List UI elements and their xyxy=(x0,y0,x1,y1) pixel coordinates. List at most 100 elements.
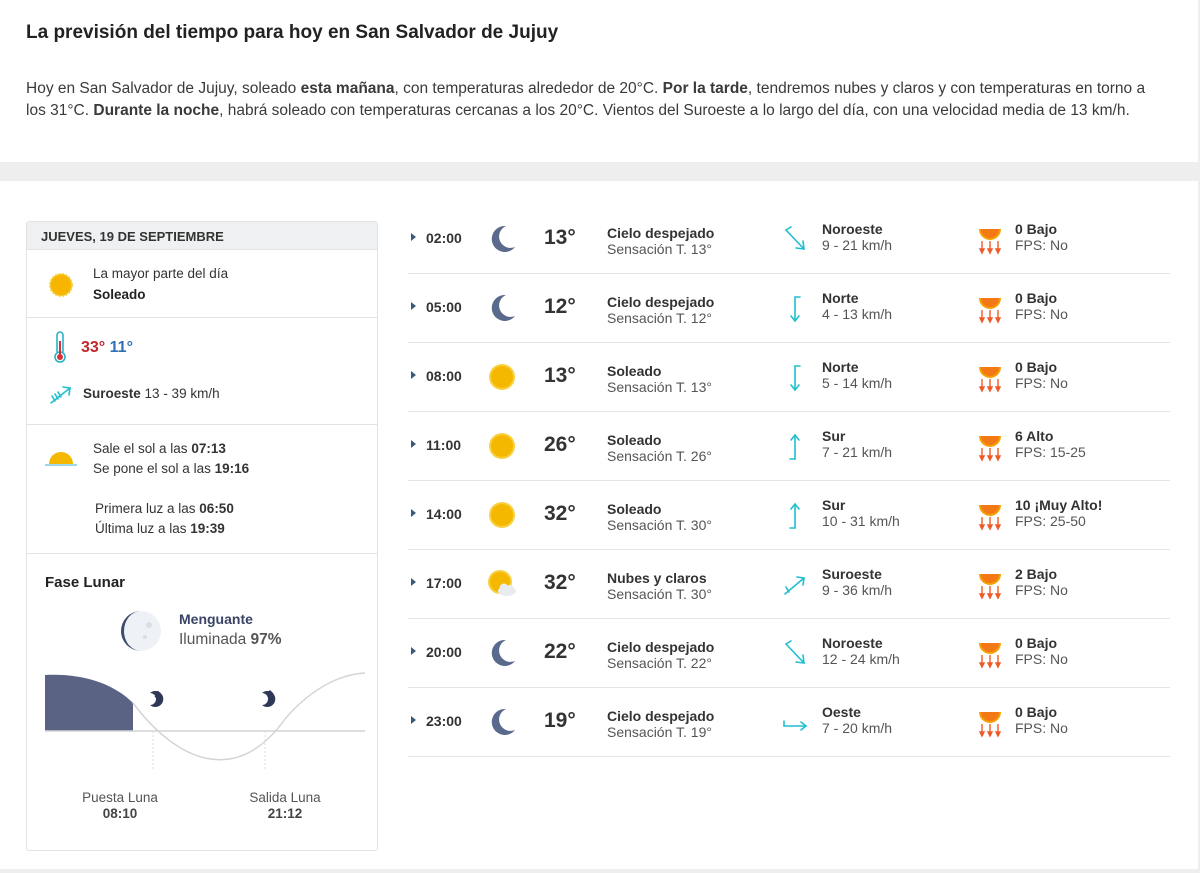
first-light-time: 06:50 xyxy=(199,501,234,516)
sunset-line: Se pone el sol a las 19:16 xyxy=(93,461,249,476)
moon-phase: Menguante xyxy=(179,611,253,627)
uv-index-icon xyxy=(977,637,1003,669)
day-temps-wind: 33° 11° Suroeste 13 - 39 km/h xyxy=(27,318,377,425)
hour-fps: FPS: 15-25 xyxy=(1015,444,1086,460)
hour-wind-speed: 5 - 14 km/h xyxy=(822,375,893,391)
moonset-label: Puesta Luna xyxy=(82,790,158,805)
moonrise-time: 21:12 xyxy=(267,806,303,821)
hour-wind-direction: Noroeste xyxy=(822,635,883,651)
hour-uv-index: 2 Bajo xyxy=(1015,566,1058,582)
hour-time: 11:00 xyxy=(426,437,462,453)
partly-cloudy-icon xyxy=(486,568,518,600)
hour-wind-direction: Norte xyxy=(822,290,859,306)
wind-norte-icon xyxy=(782,294,808,324)
hour-uv-index: 0 Bajo xyxy=(1015,221,1058,237)
forecast-summary: La previsión del tiempo para hoy en San … xyxy=(0,0,1198,162)
sunset-label: Se pone el sol a las xyxy=(93,461,215,476)
sunrise-label: Sale el sol a las xyxy=(93,441,192,456)
hour-feels-like: Sensación T. 26° xyxy=(607,448,712,464)
sun-icon xyxy=(486,430,518,462)
hourly-row[interactable]: 17:00 32° Nubes y claros Sensación T. 30° Su… xyxy=(408,550,1170,619)
forecast-text-part: , habrá soleado con temperaturas cercana… xyxy=(219,102,1130,119)
hour-uv-index: 0 Bajo xyxy=(1015,359,1058,375)
moon-title: Fase Lunar xyxy=(45,574,126,591)
sunrise-line: Sale el sol a las 07:13 xyxy=(93,441,226,456)
moon-illumination-label: Iluminada xyxy=(179,631,251,648)
expand-arrow-icon[interactable] xyxy=(411,233,416,241)
hourly-row[interactable]: 08:00 13° Soleado Sensación T. 13° Norte 5 - … xyxy=(408,343,1170,412)
hour-time: 23:00 xyxy=(426,713,462,729)
hour-description: Cielo despejado xyxy=(607,708,715,724)
sun-icon xyxy=(49,273,73,297)
hourly-row[interactable]: 14:00 32° Soleado Sensación T. 30° Sur 10 - 3… xyxy=(408,481,1170,550)
hour-time: 17:00 xyxy=(426,575,462,591)
wind-sur-icon xyxy=(782,432,808,462)
expand-arrow-icon[interactable] xyxy=(411,509,416,517)
hour-description: Soleado xyxy=(607,432,662,448)
moon-section: Fase Lunar Menguante Iluminada 97% Puest… xyxy=(27,554,377,851)
wind-sur-icon xyxy=(782,501,808,531)
expand-arrow-icon[interactable] xyxy=(411,578,416,586)
sunrise-time: 07:13 xyxy=(191,441,226,456)
hour-fps: FPS: No xyxy=(1015,375,1068,391)
hour-description: Cielo despejado xyxy=(607,294,715,310)
day-card: JUEVES, 19 DE SEPTIEMBRE La mayor parte … xyxy=(26,221,378,851)
hour-uv-index: 0 Bajo xyxy=(1015,704,1058,720)
first-light-label: Primera luz a las xyxy=(95,501,200,516)
sunset-time: 19:16 xyxy=(214,461,250,476)
forecast-text-bold: esta mañana xyxy=(300,80,395,97)
forecast-text-bold: Por la tarde xyxy=(662,80,748,97)
hourly-row[interactable]: 02:00 13° Cielo despejado Sensación T. 13° N… xyxy=(408,205,1170,274)
hour-time: 02:00 xyxy=(426,230,462,246)
hour-temperature: 26° xyxy=(544,433,576,456)
expand-arrow-icon[interactable] xyxy=(411,302,416,310)
hour-feels-like: Sensación T. 22° xyxy=(607,655,712,671)
hour-wind-speed: 12 - 24 km/h xyxy=(822,651,900,667)
wind-suroeste-icon xyxy=(782,570,808,600)
moonrise-label: Salida Luna xyxy=(249,790,321,805)
expand-arrow-icon[interactable] xyxy=(411,440,416,448)
hour-description: Nubes y claros xyxy=(607,570,707,586)
hour-wind-direction: Suroeste xyxy=(822,566,882,582)
last-light-line: Última luz a las 19:39 xyxy=(95,521,225,536)
day-wind: Suroeste 13 - 39 km/h xyxy=(83,386,220,401)
wind-southwest-icon xyxy=(50,386,71,404)
hour-fps: FPS: No xyxy=(1015,720,1068,736)
max-temp: 33° xyxy=(81,339,106,356)
day-temperatures: 33° 11° xyxy=(81,339,133,357)
hour-temperature: 13° xyxy=(544,226,576,249)
expand-arrow-icon[interactable] xyxy=(411,716,416,724)
uv-index-icon xyxy=(977,223,1003,255)
last-light-time: 19:39 xyxy=(190,521,225,536)
min-temp: 11° xyxy=(109,339,133,356)
expand-arrow-icon[interactable] xyxy=(411,647,416,655)
sun-icon xyxy=(486,499,518,531)
hour-temperature: 13° xyxy=(544,364,576,387)
thermometer-icon xyxy=(54,331,66,363)
hourly-row[interactable]: 05:00 12° Cielo despejado Sensación T. 12° N… xyxy=(408,274,1170,343)
moon-icon xyxy=(486,706,518,738)
day-wind-direction: Suroeste xyxy=(83,386,141,401)
moon-phase-icon xyxy=(121,611,161,651)
hour-wind-direction: Oeste xyxy=(822,704,861,720)
hour-feels-like: Sensación T. 13° xyxy=(607,241,712,257)
forecast-main: JUEVES, 19 DE SEPTIEMBRE La mayor parte … xyxy=(0,181,1198,869)
hour-wind-speed: 7 - 20 km/h xyxy=(822,720,893,736)
hour-feels-like: Sensación T. 30° xyxy=(607,586,712,602)
moon-illumination: Iluminada 97% xyxy=(179,631,282,649)
hourly-row[interactable]: 20:00 22° Cielo despejado Sensación T. 22° N… xyxy=(408,619,1170,688)
moon-icon xyxy=(486,292,518,324)
hour-wind-speed: 9 - 21 km/h xyxy=(822,237,893,253)
expand-arrow-icon[interactable] xyxy=(411,371,416,379)
hourly-row[interactable]: 11:00 26° Soleado Sensación T. 26° Sur 7 - 21… xyxy=(408,412,1170,481)
forecast-text-part: , con temperaturas alrededor de 20°C. xyxy=(394,80,663,97)
hour-wind-speed: 10 - 31 km/h xyxy=(822,513,900,529)
hour-wind-direction: Sur xyxy=(822,497,846,513)
day-wind-speed: 13 - 39 km/h xyxy=(144,386,220,401)
summary-label: La mayor parte del día xyxy=(93,266,229,281)
hour-time: 08:00 xyxy=(426,368,462,384)
hourly-row[interactable]: 23:00 19° Cielo despejado Sensación T. 19° O… xyxy=(408,688,1170,757)
day-summary: La mayor parte del día Soleado xyxy=(27,250,377,318)
hour-temperature: 12° xyxy=(544,295,576,318)
hour-feels-like: Sensación T. 12° xyxy=(607,310,712,326)
